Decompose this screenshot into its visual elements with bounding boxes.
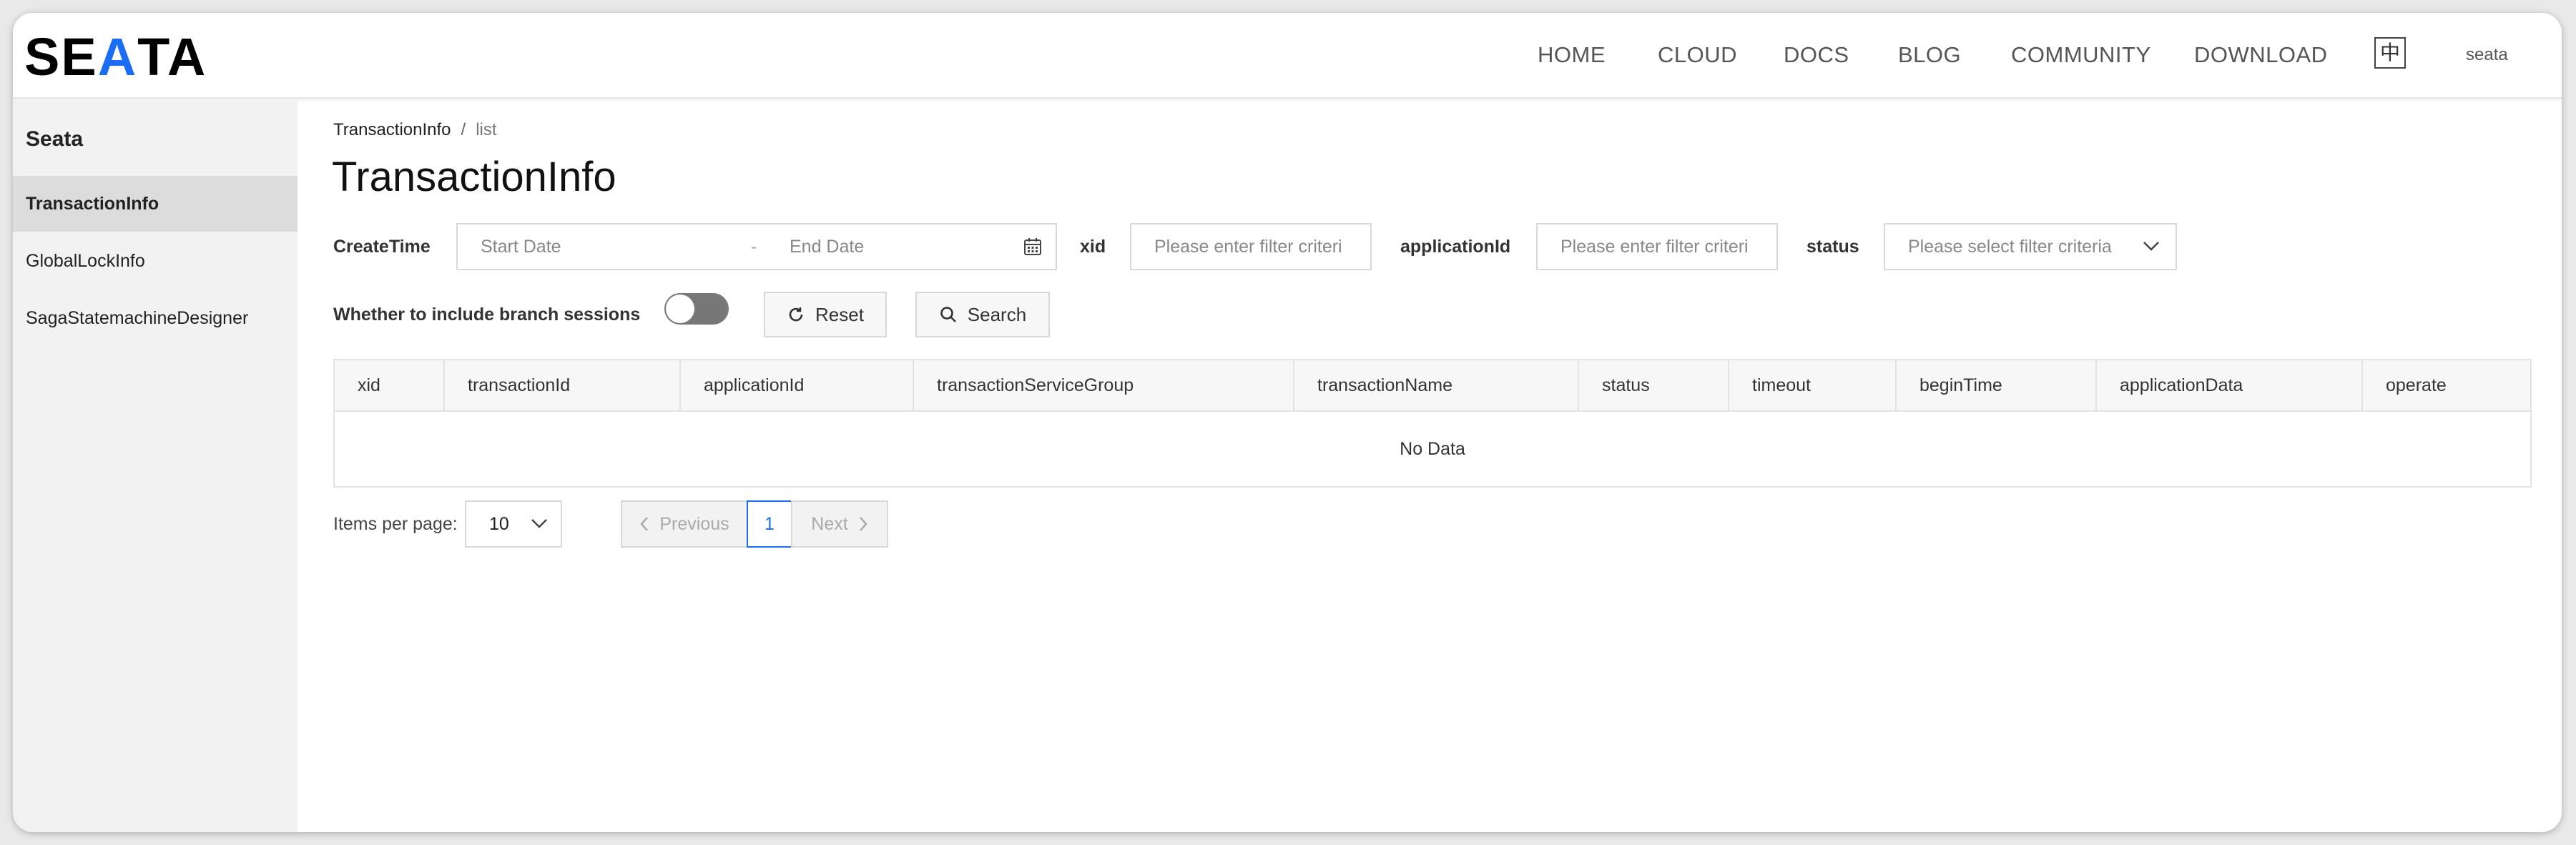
chevron-left-icon: [640, 517, 649, 531]
status-label: status: [1806, 237, 1859, 257]
table-header: xid transactionId applicationId transact…: [335, 360, 2530, 412]
transaction-table: xid transactionId applicationId transact…: [333, 359, 2532, 488]
search-button[interactable]: Search: [915, 292, 1050, 337]
range-separator: -: [751, 237, 757, 257]
status-select[interactable]: Please select filter criteria: [1884, 223, 2177, 270]
app-window: SE A TA HOME CLOUD DOCS BLOG COMMUNITY DOW…: [13, 13, 2562, 832]
breadcrumb-separator: /: [461, 120, 466, 139]
page-size-value: 10: [489, 514, 509, 534]
start-date-input[interactable]: Start Date: [481, 224, 561, 269]
page-size-select[interactable]: 10: [465, 500, 562, 548]
page-button-1[interactable]: 1: [747, 500, 792, 548]
chevron-down-icon: [2143, 242, 2159, 251]
refresh-icon: [789, 307, 803, 322]
chevron-down-icon: [531, 519, 547, 528]
sidebar-item-transactioninfo[interactable]: TransactionInfo: [13, 176, 298, 232]
sidebar-title: Seata: [26, 127, 84, 151]
column-header-applicationdata: applicationData: [2097, 360, 2363, 410]
createtime-label: CreateTime: [333, 237, 431, 257]
next-page-button[interactable]: Next: [791, 500, 888, 548]
page-title: TransactionInfo: [332, 154, 616, 200]
applicationid-label: applicationId: [1400, 237, 1511, 257]
nav-home[interactable]: HOME: [1538, 13, 1606, 97]
status-select-placeholder: Please select filter criteria: [1908, 237, 2112, 257]
next-page-label: Next: [811, 514, 848, 534]
seata-logo[interactable]: SE A TA: [24, 29, 207, 86]
top-navbar: SE A TA HOME CLOUD DOCS BLOG COMMUNITY DOW…: [13, 13, 2562, 99]
search-button-label: Search: [967, 304, 1027, 325]
column-header-transactionid: transactionId: [445, 360, 681, 410]
column-header-begintime: beginTime: [1897, 360, 2097, 410]
chevron-right-icon: [859, 517, 867, 531]
search-icon: [940, 307, 956, 322]
toggle-knob: [666, 295, 694, 323]
breadcrumb-root[interactable]: TransactionInfo: [333, 120, 451, 139]
nav-download[interactable]: DOWNLOAD: [2194, 13, 2328, 97]
items-per-page-label: Items per page:: [333, 514, 458, 534]
nav-community[interactable]: COMMUNITY: [2011, 13, 2151, 97]
empty-table-message: No Data: [1400, 439, 1465, 459]
branch-sessions-toggle[interactable]: [664, 293, 729, 325]
reset-button-label: Reset: [815, 304, 864, 325]
column-header-transactionservicegroup: transactionServiceGroup: [914, 360, 1294, 410]
branch-sessions-label: Whether to include branch sessions: [333, 305, 641, 325]
sidebar-item-globallockinfo[interactable]: GlobalLockInfo: [13, 233, 298, 289]
date-range-picker[interactable]: Start Date - End Date: [456, 223, 1057, 270]
previous-page-button[interactable]: Previous: [621, 500, 748, 548]
sidebar: Seata TransactionInfo GlobalLockInfo Sag…: [13, 99, 298, 832]
nav-docs[interactable]: DOCS: [1784, 13, 1849, 97]
previous-page-label: Previous: [659, 514, 729, 534]
column-header-applicationid: applicationId: [681, 360, 914, 410]
nav-blog[interactable]: BLOG: [1898, 13, 1961, 97]
column-header-transactionname: transactionName: [1294, 360, 1579, 410]
end-date-input[interactable]: End Date: [790, 224, 864, 269]
breadcrumb: TransactionInfo / list: [333, 120, 497, 140]
column-header-xid: xid: [335, 360, 445, 410]
calendar-icon[interactable]: [1023, 237, 1043, 257]
nav-cloud[interactable]: CLOUD: [1658, 13, 1737, 97]
reset-button[interactable]: Reset: [764, 292, 887, 337]
user-name[interactable]: seata: [2466, 13, 2508, 97]
sidebar-item-sagastatemachinedesigner[interactable]: SagaStatemachineDesigner: [13, 290, 298, 346]
column-header-operate: operate: [2386, 375, 2447, 395]
column-header-timeout: timeout: [1729, 360, 1897, 410]
xid-input[interactable]: Please enter filter criteri: [1130, 223, 1372, 270]
language-switch-button[interactable]: 中: [2374, 37, 2406, 69]
xid-label: xid: [1080, 237, 1106, 257]
breadcrumb-current: list: [476, 120, 497, 139]
column-header-status: status: [1579, 360, 1729, 410]
applicationid-input[interactable]: Please enter filter criteri: [1536, 223, 1778, 270]
